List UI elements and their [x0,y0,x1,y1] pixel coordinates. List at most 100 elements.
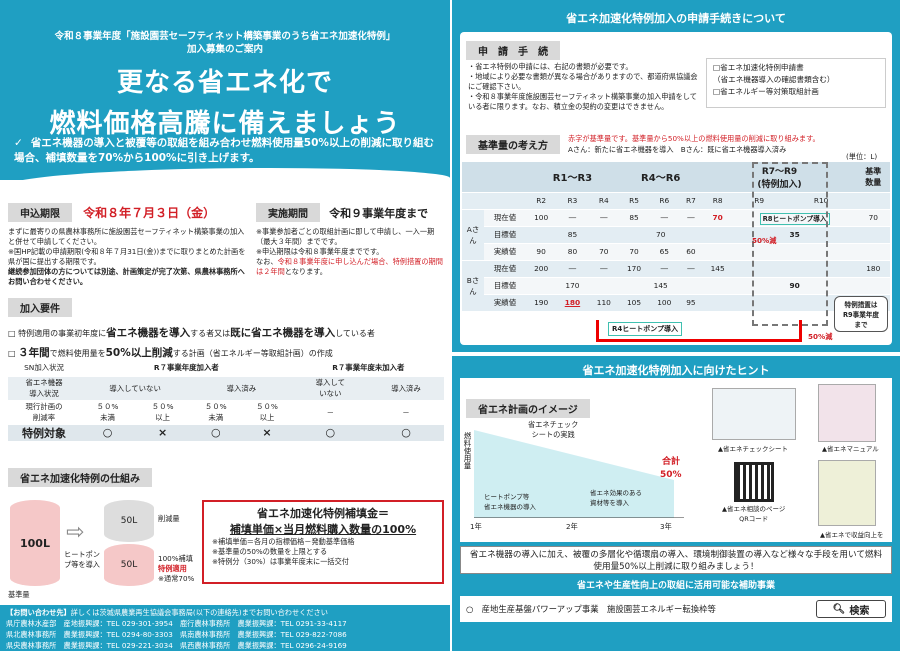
hint-x3: 3年 [660,522,672,531]
r-goal: 目標値 [484,277,526,295]
hint-link4[interactable]: ▲省エネで収益向上を [820,530,884,540]
table-h0: SN加入状況 [8,359,80,377]
base-unit: (単位：L) [846,152,878,161]
formula-box: 省エネ加速化特例補填金＝ 補填単価×当月燃料購入数量の100% ※補填単価＝各月… [202,500,444,584]
hint-title: 省エネ加速化特例加入に向けたヒント [582,364,770,377]
base-red: 赤字が基準量です。基準量から50%以上の燃料使用量の削減に取り組みます。 [568,134,820,143]
table-cell: － [292,400,369,425]
cell: ― [556,260,589,278]
cell: 95 [679,294,703,312]
cyl-top-label: 50L [120,516,138,526]
proc-label-wrap: 申 請 手 続 [466,40,560,60]
hero-title2: 燃料価格高騰に備えましょう [49,109,401,139]
cell: 110 [588,294,619,312]
docs1: □省エネ加速化特例申請書 [713,63,804,72]
procedure-title: 省エネ加速化特例加入の申請手続きについて [566,12,786,25]
hint-cap2: ヒートポンプ等 省エネ機器の導入 [484,493,536,511]
search-button[interactable]: 🔍︎ 検索 [816,600,886,618]
year: R3 [556,192,589,210]
hero-note-text: 省エネ機器の導入と被覆等の取組を組み合わせ燃料使用量50%以上の削減に取り組む場… [14,137,434,164]
proc-label: 申 請 手 続 [466,41,560,60]
req-item2d: する計画（省エネルギー等取組計画）の作成 [172,349,333,358]
cylinder-bottom: 50L [104,544,154,586]
cell: 70 [856,209,890,227]
table-cell: 特例対象 [8,424,80,442]
apply-body1: まずに最寄りの県農林事務所に施設園芸セーフティネット構築事業の加入と併せて申請し… [8,227,245,246]
cell: 100 [526,209,557,227]
cell: 145 [618,277,703,295]
table-cell: × [135,424,191,442]
table-cell: ○ [368,424,444,442]
apply-body3: 継続参加団体の方については別途、計画策定が完了次第、県農林事務所へお問い合わせく… [8,267,245,286]
eligibility-table: SN加入状況 R７事業年度加入者 R７事業年度未加入者 省エネ機器 導入状況 導入して… [8,359,444,442]
contact-row: 県庁農林水産部 産地振興課：TEL 029-301-3954 鹿行農林事務所 農… [6,619,347,628]
cell: ― [588,209,619,227]
req-item1b: 省エネ機器を導入 [106,327,191,339]
formula-n3: ※特例分（30%）は事業年度末に一括交付 [212,557,349,566]
period-body2: ※申込期限は令和８事業年度までです。 [256,247,384,256]
cell: 170 [526,277,619,295]
contact-title2: 詳しくは茨城県農業再生協議会事務局(以下の連絡先)までお問い合わせください [70,608,328,617]
search-icon: 🔍︎ [832,603,846,615]
hint-link3[interactable]: ▲省エネ相談のページ QRコード [722,504,785,524]
arrow-right-icon: ⇨ [66,520,85,545]
table-cell: － [368,400,444,425]
search-label: 検索 [849,605,870,617]
cell: 105 [618,294,650,312]
req-checkbox-1[interactable]: □ [8,329,16,338]
cell: ― [679,209,703,227]
apply-deadline: 令和８年７月３日（金） [83,206,216,220]
table-cell: ５０% 以上 [135,400,191,425]
leaflet-thumb[interactable] [818,460,876,526]
proc-body: ・省エネ特例の申請には、右記の書類が必要です。 ・地域により必要な書類が異なる場… [468,62,698,111]
table-h1: R７事業年度加入者 [80,359,293,377]
req-item1d: 既に省エネ機器を導入 [230,327,336,339]
year: R4 [588,192,619,210]
cell: 90 [526,243,557,261]
base-g4: 基準 数量 [856,162,890,193]
cylinder-100-label: 100L [20,536,50,550]
year: R5 [618,192,650,210]
manual-thumb[interactable] [818,384,876,442]
hero-title1: 更なる省エネ化で [116,68,333,98]
mech-fill: 100%補填 [158,554,193,563]
hint-label: 省エネ計画のイメージ [466,399,590,418]
table-h2: R７事業年度未加入者 [292,359,444,377]
table-cell: 現行計画の 削減率 [8,400,80,425]
req-checkbox-2[interactable]: □ [8,349,16,358]
cell: 180 [856,260,890,278]
hero-line2: 加入募集のご案内 [186,44,263,55]
period-value: 令和９事業年度まで [329,207,429,220]
hint-sub: 省エネや生産性向上の取組に活用可能な補助事業 [576,581,775,591]
check-icon: ✓ [14,137,23,149]
cyl-bot-label: 50L [120,560,138,570]
table-cell: 導入済み [368,376,444,401]
cut50b: 50%減 [808,332,833,341]
proc-docs: □省エネ加速化特例申請書 （省エネ機器導入の確認書類含む） □省エネルギー等対策… [706,58,886,108]
cell: ― [588,260,619,278]
req-label: 加入要件 [8,298,72,317]
mech-base: 基準量 [8,590,30,599]
formula-n1: ※補填単価＝各月の指標価格－発動基準価格 [212,537,355,546]
hint-link2[interactable]: ▲省エネマニュアル [822,444,879,454]
contact-row: 県北農林事務所 農業振興課：TEL 0294-80-3303 県南農林事務所 農… [6,630,347,639]
checksheet-thumb[interactable] [712,388,796,440]
cell: ― [649,260,680,278]
cell: 80 [556,243,589,261]
year: R2 [526,192,557,210]
req-item2a: ３年間 [18,347,50,359]
qr-code-icon[interactable] [734,462,774,502]
hint-link1[interactable]: ▲省エネチェックシート [718,444,788,454]
year: R8 [702,192,733,210]
row-a: Aさん [462,209,484,261]
hint-sum: 合計 [662,457,681,467]
base-g1: R1〜R3 [526,162,619,193]
docs3: □省エネルギー等対策取組計画 [713,87,819,96]
special-note: 特例措置は R9事業年度 まで [834,296,888,332]
table-cell: ５０% 以上 [241,400,293,425]
hero-line1: 令和８事業年度「施設園芸セーフティネット構築事業のうち省エネ加速化特例」 [54,31,396,42]
cell: 180 [556,294,589,312]
contact-row: 県央農林事務所 農業振興課：TEL 029-221-3034 県西農林事務所 農… [6,641,347,650]
cell: 85 [618,209,650,227]
hero-banner: 令和８事業年度「施設園芸セーフティネット構築事業のうち省エネ加速化特例」 加入募… [0,0,450,180]
